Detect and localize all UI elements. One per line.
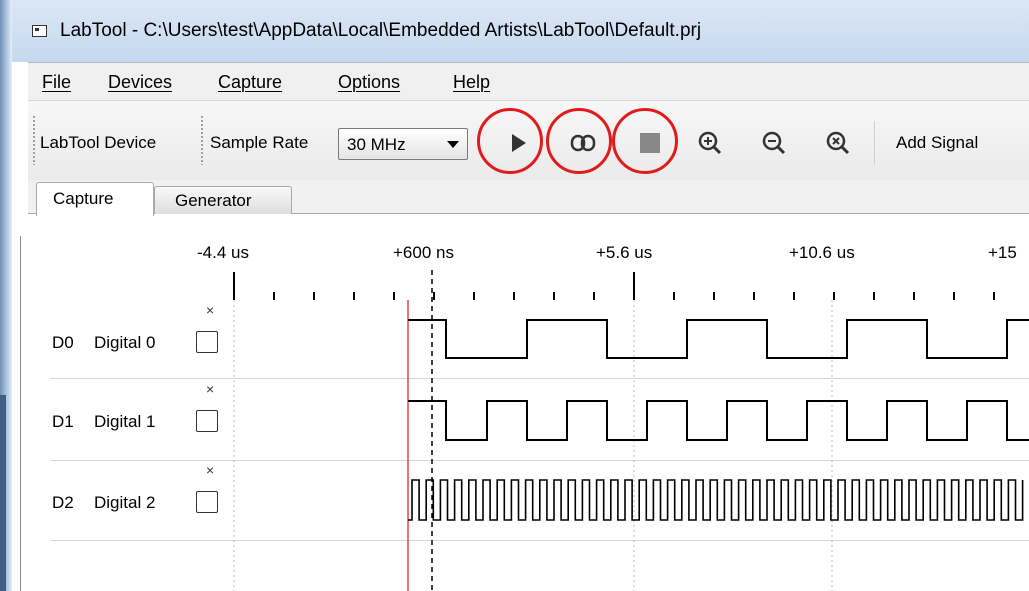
time-gridlines: [233, 300, 833, 591]
tab-capture[interactable]: Capture: [36, 182, 154, 216]
signal-waveforms: [408, 319, 1029, 521]
waveform-area[interactable]: [0, 0, 1029, 591]
tab-capture-label: Capture: [53, 189, 114, 208]
time-ruler: [233, 272, 995, 300]
